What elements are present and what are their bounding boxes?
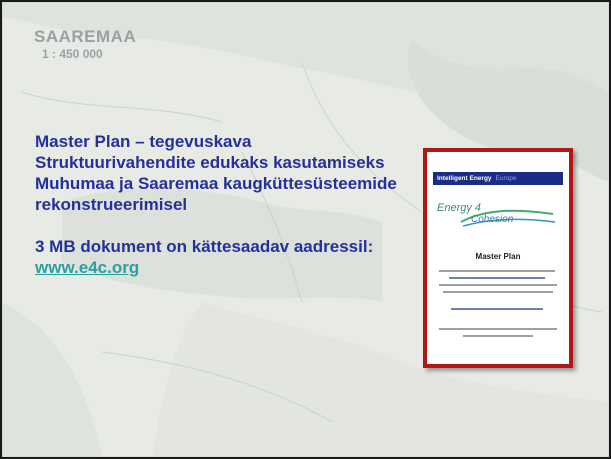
cover-text-line [443, 291, 553, 293]
download-info: 3 MB dokument on kättesaadav aadressil: … [35, 236, 415, 278]
map-scale: 1 : 450 000 [42, 47, 103, 61]
master-plan-description: Master Plan – tegevuskava Struktuurivahe… [35, 132, 397, 214]
cover-logo-line2: Cohesion [471, 214, 514, 225]
cover-banner-text: Intelligent Energy [437, 175, 492, 182]
cover-text-line [439, 284, 557, 286]
main-text: Master Plan – tegevuskava Struktuurivahe… [35, 131, 415, 278]
master-plan-cover-image: Intelligent Energy Europe Energy 4 Cohesi… [423, 148, 573, 368]
cover-text-line [451, 308, 543, 310]
e4c-link[interactable]: www.e4c.org [35, 258, 139, 277]
cover-title: Master Plan [475, 252, 521, 261]
cover-logo-line1: Energy 4 [437, 202, 482, 214]
cover-banner-suffix: Europe [495, 175, 517, 182]
cover-text-line [463, 335, 533, 337]
cover-text-line [439, 328, 557, 330]
download-info-text: 3 MB dokument on kättesaadav aadressil: [35, 237, 374, 256]
slide: SAAREMAA 1 : 450 000 Master Plan – tegev… [2, 2, 609, 457]
cover-banner: Intelligent Energy Europe [433, 172, 563, 185]
cover-text-line [449, 277, 545, 279]
cover-text-line [439, 270, 555, 272]
map-title: SAAREMAA [34, 27, 137, 46]
